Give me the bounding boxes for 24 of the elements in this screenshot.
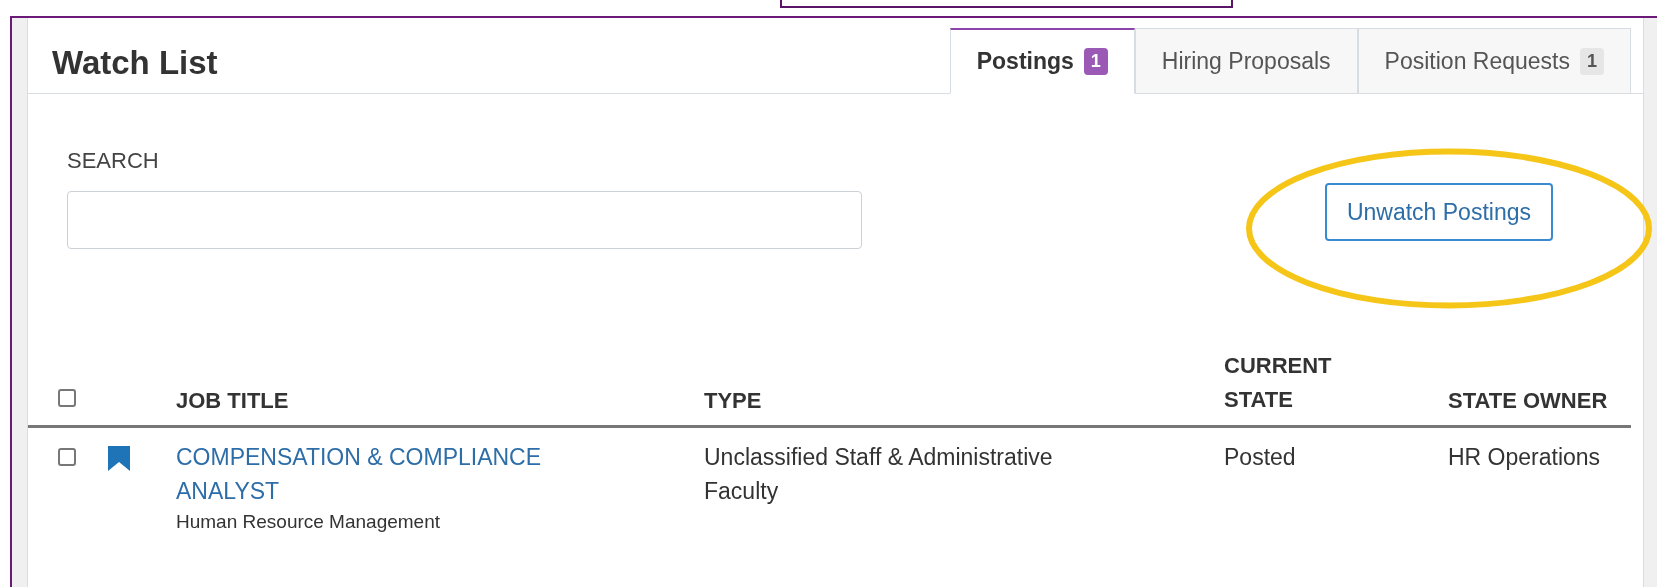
table-cell-text: Posted xyxy=(1224,443,1297,472)
tab[interactable]: Postings 1 xyxy=(949,28,1135,94)
search-label: SEARCH xyxy=(67,147,160,175)
tab[interactable]: Position Requests 1 xyxy=(1357,28,1631,94)
checkbox[interactable] xyxy=(58,389,76,407)
checkbox[interactable] xyxy=(58,448,76,466)
column-header: JOB TITLE xyxy=(176,387,290,415)
department-text: Human Resource Management xyxy=(176,510,442,534)
tab-label: Hiring Proposals xyxy=(1161,46,1331,76)
tab-label: Postings xyxy=(976,47,1074,77)
unwatch-button[interactable]: Unwatch Postings xyxy=(1324,183,1553,241)
column-header: STATE OWNER xyxy=(1448,387,1608,415)
column-header: TYPE xyxy=(704,387,763,415)
bookmark-icon[interactable] xyxy=(108,446,130,471)
column-header: CURRENT STATE xyxy=(1224,352,1333,414)
tab-label: Position Requests xyxy=(1384,46,1570,76)
count-badge: 1 xyxy=(1083,48,1108,75)
tab[interactable]: Hiring Proposals xyxy=(1134,28,1358,94)
job-title-link[interactable]: COMPENSATION & COMPLIANCE ANALYST xyxy=(176,440,596,508)
table-cell-text: Unclassified Staff & Administrative Faculty xyxy=(704,443,1054,506)
count-badge: 1 xyxy=(1580,47,1604,75)
table-cell-text: HR Operations xyxy=(1448,443,1601,472)
panel-title: Watch List xyxy=(52,42,218,83)
search-field[interactable] xyxy=(67,191,862,249)
